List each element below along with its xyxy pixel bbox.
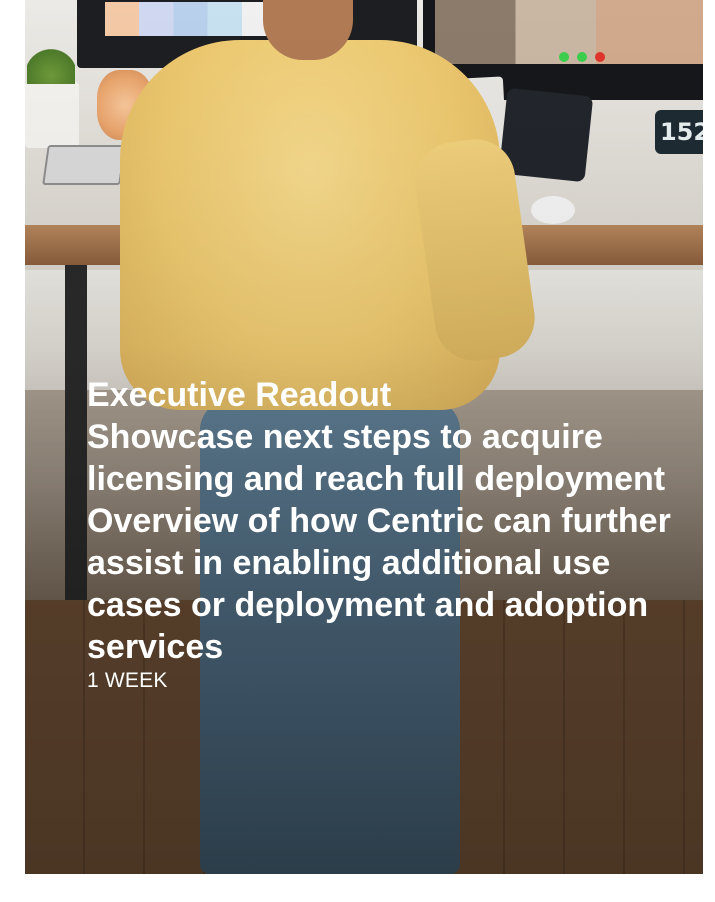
card-text: Executive Readout Showcase next steps to… — [87, 374, 697, 694]
phase-card: 152 Executive Readout Showcase next step… — [25, 0, 703, 874]
card-item-licensing: Showcase next steps to acquire licensing… — [87, 418, 666, 498]
card-item-overview: Overview of how Centric can further assi… — [87, 502, 671, 666]
card-title: Executive Readout — [87, 376, 392, 414]
card-duration: 1 WEEK — [87, 669, 168, 692]
